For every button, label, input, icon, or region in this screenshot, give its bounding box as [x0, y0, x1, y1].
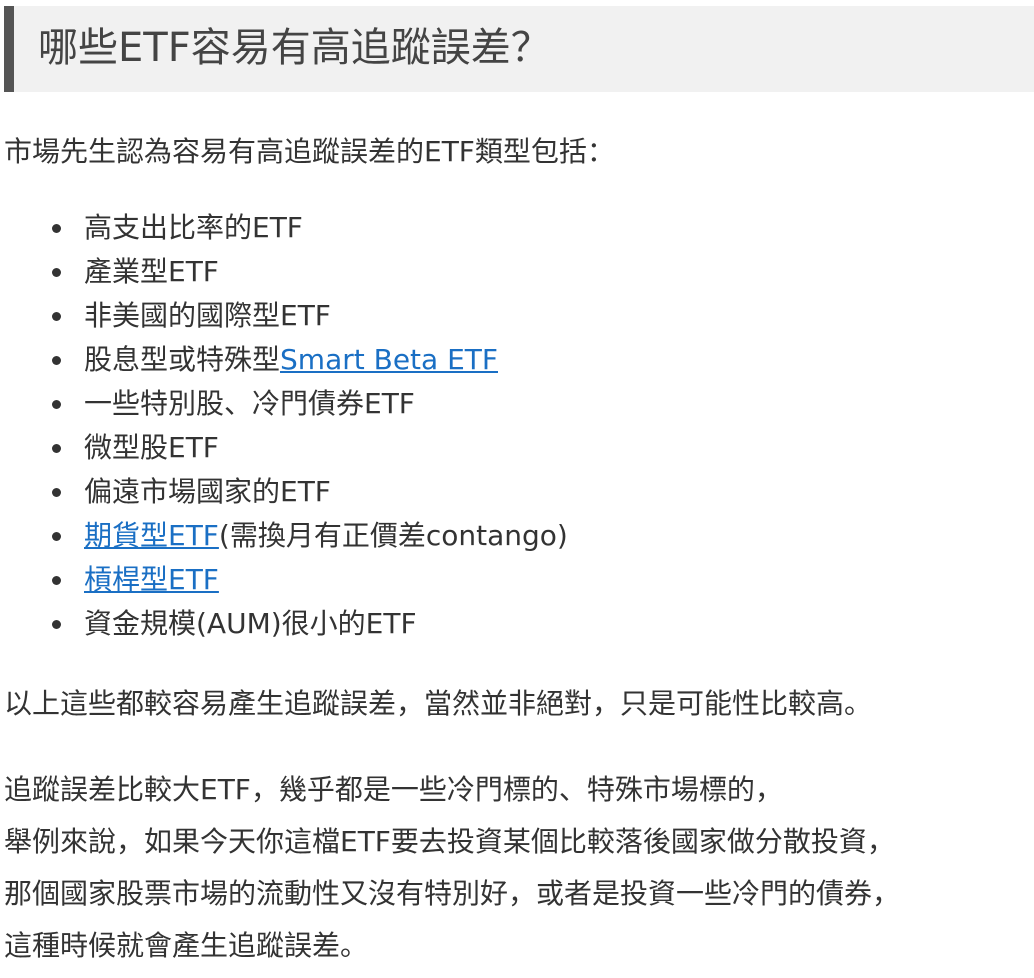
list-item-text: 偏遠市場國家的ETF: [84, 475, 331, 508]
list-item: 非美國的國際型ETF: [48, 294, 568, 338]
list-item: 一些特別股、冷門債券ETF: [48, 382, 568, 426]
section-heading-box: 哪些ETF容易有高追蹤誤差？: [4, 6, 1034, 92]
list-item-text: 一些特別股、冷門債券ETF: [84, 387, 415, 420]
list-item-text: (需換月有正價差contango): [218, 519, 568, 552]
list-item: 高支出比率的ETF: [48, 206, 568, 250]
list-item: 期貨型ETF(需換月有正價差contango): [48, 514, 568, 558]
list-item: 股息型或特殊型Smart Beta ETF: [48, 338, 568, 382]
bullet-icon: [52, 224, 61, 233]
smart-beta-etf-link[interactable]: Smart Beta ETF: [280, 343, 498, 376]
list-item-text: 資金規模(AUM)很小的ETF: [84, 607, 417, 640]
bullet-icon: [52, 488, 61, 497]
list-item-text: 微型股ETF: [84, 431, 219, 464]
list-item-text: 高支出比率的ETF: [84, 211, 303, 244]
paragraph-line: 這種時候就會產生追蹤誤差。: [4, 929, 369, 962]
bullet-icon: [52, 312, 61, 321]
paragraph-line: 那個國家股票市場的流動性又沒有特別好，或者是投資一些冷門的債券，: [4, 877, 901, 910]
list-item: 槓桿型ETF: [48, 558, 568, 602]
bullet-icon: [52, 532, 61, 541]
intro-paragraph: 市場先生認為容易有高追蹤誤差的ETF類型包括：: [4, 135, 615, 168]
paragraph-line: 舉例來說，如果今天你這檔ETF要去投資某個比較落後國家做分散投資，: [4, 825, 895, 858]
bullet-icon: [52, 400, 61, 409]
list-item: 偏遠市場國家的ETF: [48, 470, 568, 514]
bullet-icon: [52, 620, 61, 629]
list-item-text: 產業型ETF: [84, 255, 219, 288]
bullet-icon: [52, 356, 61, 365]
bullet-icon: [52, 268, 61, 277]
paragraph-line: 追蹤誤差比較大ETF，幾乎都是一些冷門標的、特殊市場標的，: [4, 773, 783, 806]
leveraged-etf-link[interactable]: 槓桿型ETF: [84, 563, 219, 596]
list-item-text: 股息型或特殊型: [84, 343, 281, 376]
explanation-paragraph: 追蹤誤差比較大ETF，幾乎都是一些冷門標的、特殊市場標的， 舉例來說，如果今天你…: [4, 764, 900, 972]
bullet-icon: [52, 444, 61, 453]
section-heading: 哪些ETF容易有高追蹤誤差？: [38, 25, 551, 71]
list-item-text: 非美國的國際型ETF: [84, 299, 331, 332]
list-item: 產業型ETF: [48, 250, 568, 294]
bullet-icon: [52, 576, 61, 585]
etf-type-list: 高支出比率的ETF 產業型ETF 非美國的國際型ETF 股息型或特殊型Smart…: [48, 206, 568, 646]
list-item: 資金規模(AUM)很小的ETF: [48, 602, 568, 646]
futures-etf-link[interactable]: 期貨型ETF: [84, 519, 219, 552]
list-item: 微型股ETF: [48, 426, 568, 470]
summary-paragraph: 以上這些都較容易產生追蹤誤差，當然並非絕對，只是可能性比較高。: [4, 687, 873, 720]
